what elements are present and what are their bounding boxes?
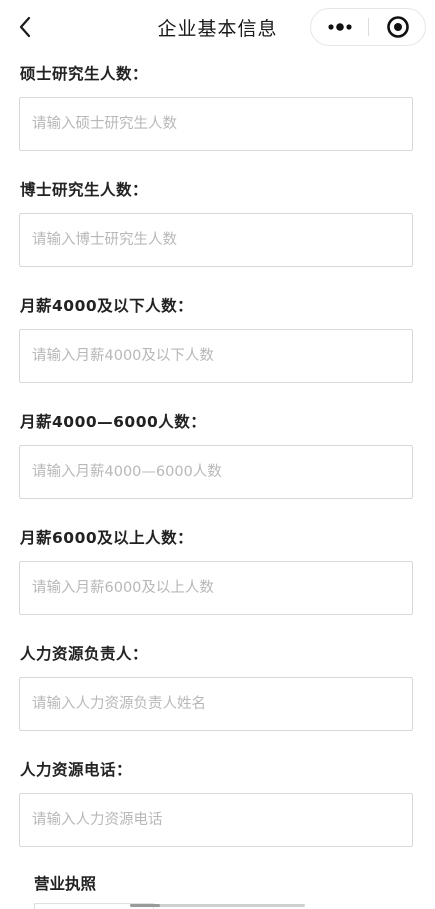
business-license-label: 营业执照 [34,875,97,893]
target-close-icon [386,16,409,38]
scroll-indicator [130,904,305,907]
field-label-hr-phone: 人力资源电话： [20,761,133,779]
phd-count-input[interactable] [19,213,413,267]
field-label-masters: 硕士研究生人数： [20,65,149,83]
more-dots-icon [327,23,352,31]
field-label-salary-4000-6000: 月薪4000—6000人数： [20,413,207,431]
hr-phone-input[interactable] [19,793,413,847]
navigation-bar: 企业基本信息 [0,0,435,56]
field-label-salary-below-4000: 月薪4000及以下人数： [20,297,194,315]
field-label-hr-manager: 人力资源负责人： [20,645,149,663]
scroll-thumb [130,904,160,907]
more-button[interactable] [311,9,368,45]
salary-below-4000-input[interactable] [19,329,413,383]
salary-4000-6000-input[interactable] [19,445,413,499]
field-label-phd: 博士研究生人数： [20,181,149,199]
hr-manager-input[interactable] [19,677,413,731]
back-button[interactable] [10,12,40,42]
chevron-left-icon [19,16,31,38]
salary-above-6000-input[interactable] [19,561,413,615]
mini-program-capsule [310,8,426,46]
masters-count-input[interactable] [19,97,413,151]
close-button[interactable] [369,9,426,45]
field-label-salary-above-6000: 月薪6000及以上人数： [20,529,194,547]
